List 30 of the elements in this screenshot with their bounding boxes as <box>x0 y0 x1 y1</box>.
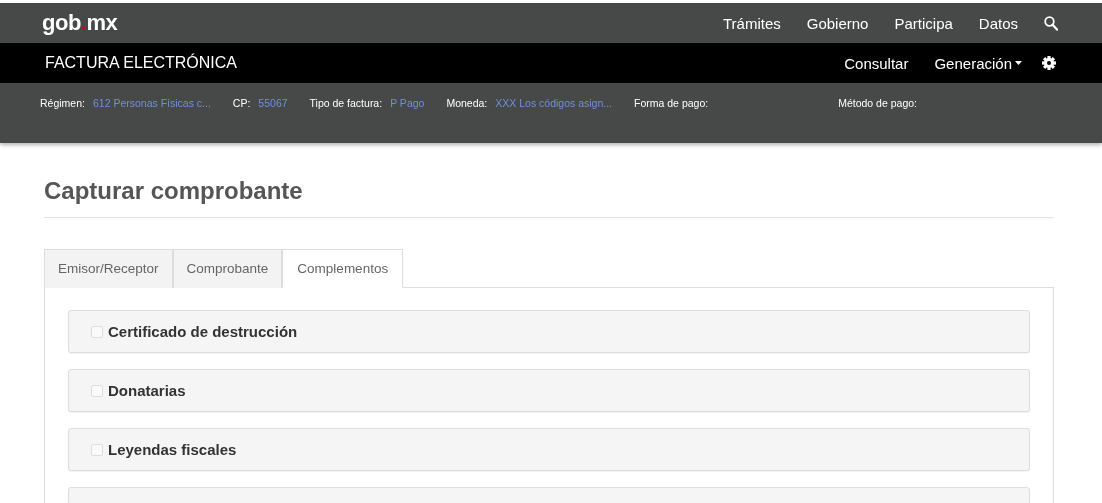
nav-link[interactable]: Participa <box>894 14 953 32</box>
nav-link[interactable]: Gobierno <box>806 14 869 32</box>
checkbox[interactable] <box>91 384 103 397</box>
tab[interactable]: Complementos <box>282 249 404 288</box>
info-label: Método de pago: <box>838 97 917 109</box>
tab[interactable]: Emisor/Receptor <box>44 249 173 288</box>
tab[interactable]: Comprobante <box>172 249 283 288</box>
panel-title: Donatarias <box>108 382 186 399</box>
nav-link[interactable]: Datos <box>978 14 1018 32</box>
accordion-panel[interactable]: Leyendas fiscales <box>68 428 1030 471</box>
search-icon[interactable] <box>1044 15 1058 31</box>
app-title: FACTURA ELECTRÓNICA <box>45 54 238 72</box>
accordion-panel[interactable]: Certificado de destrucción <box>68 310 1030 353</box>
caret-icon <box>1015 61 1022 65</box>
nav-link[interactable]: Consultar <box>844 54 909 72</box>
info-label: Moneda: <box>446 97 488 109</box>
nav-link[interactable]: Trámites <box>722 14 781 32</box>
logo[interactable]: gob.mx <box>42 10 118 36</box>
info-label: Tipo de factura: <box>309 97 383 109</box>
info-label: Forma de pago: <box>634 97 709 109</box>
settings-icon[interactable] <box>1042 56 1056 70</box>
checkbox[interactable] <box>91 443 103 456</box>
panel-title: Certificado de destrucción <box>108 323 298 340</box>
panel-title: Leyendas fiscales <box>108 441 237 458</box>
checkbox[interactable] <box>91 325 103 338</box>
info-label: Régimen: <box>40 97 85 109</box>
accordion-panel[interactable]: Donatarias <box>68 369 1030 412</box>
dropdown-menu[interactable]: Generación <box>934 54 1022 72</box>
page-title: Capturar comprobante <box>44 177 1054 218</box>
info-label: CP: <box>232 97 251 109</box>
